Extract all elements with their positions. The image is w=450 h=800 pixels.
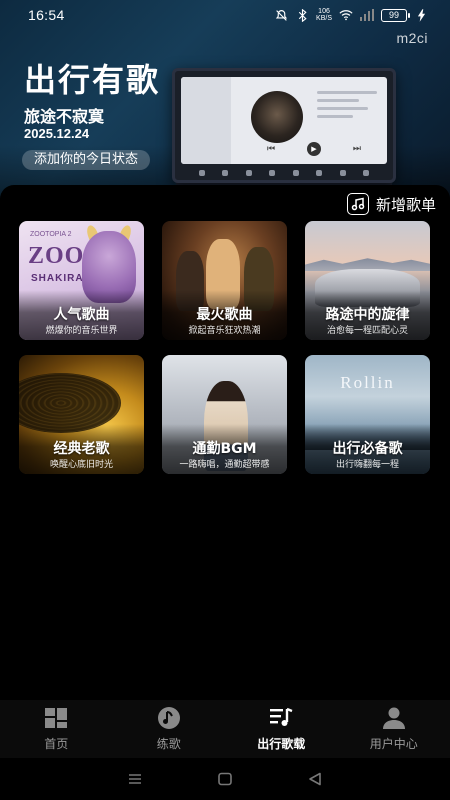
play-icon: ▶ [306, 142, 321, 156]
playlist-desc: 唤醒心底旧时光 [49, 460, 113, 470]
album-cover-image [251, 91, 303, 143]
system-navigation-bar [0, 758, 450, 800]
playlist-card-commute-bgm[interactable]: 通勤BGM 一路嗨唱，通勤超带感 [162, 355, 287, 474]
music-note-icon [346, 193, 369, 215]
playlist-desc: 一路嗨唱，通勤超带感 [179, 460, 270, 470]
back-icon[interactable] [306, 770, 324, 788]
nav-item-practice[interactable]: 练歌 [113, 700, 226, 758]
previous-icon: ⏮ [266, 144, 276, 154]
nav-item-travel-songs[interactable]: 出行歌载 [225, 700, 338, 758]
playlist-desc: 掀起音乐狂欢热潮 [188, 326, 261, 336]
playlist-name: 路途中的旋律 [325, 307, 410, 323]
brand-logo: m2ci [396, 30, 428, 46]
playlist-card-road-melody[interactable]: 路途中的旋律 治愈每一程匹配心灵 [305, 221, 430, 340]
practice-music-icon [157, 707, 180, 729]
battery-indicator: 99 [381, 8, 410, 22]
playlist-desc: 出行嗨翻每一程 [335, 460, 399, 470]
cover-logo-text: ZOO [28, 243, 85, 269]
hero-subtitle: 旅途不寂寞 [24, 107, 105, 126]
add-status-button[interactable]: 添加你的今日状态 [22, 150, 151, 170]
playlist-section: 新增歌单 ZOOTOPIA 2 ZOO SHAKIRA 人气歌曲 燃爆你的音乐世… [0, 185, 450, 700]
playlist-icon [270, 707, 293, 726]
net-speed: 106 KB/S [316, 8, 332, 22]
home-grid-icon [45, 708, 68, 728]
nav-label: 首页 [44, 737, 69, 751]
user-icon [382, 707, 405, 729]
wifi-icon [339, 8, 353, 22]
playlist-card-popular[interactable]: ZOOTOPIA 2 ZOO SHAKIRA 人气歌曲 燃爆你的音乐世界 [19, 221, 144, 340]
status-bar: 16:54 106 KB/S 99 [0, 0, 450, 30]
playlist-desc: 治愈每一程匹配心灵 [326, 326, 408, 336]
nav-item-home[interactable]: 首页 [0, 700, 113, 758]
playlist-grid: ZOOTOPIA 2 ZOO SHAKIRA 人气歌曲 燃爆你的音乐世界 最火歌… [19, 221, 431, 474]
bluetooth-icon [295, 8, 309, 22]
playlist-card-classics[interactable]: 经典老歌 唤醒心底旧时光 [19, 355, 144, 474]
nav-label: 用户中心 [369, 737, 418, 751]
playlist-name: 经典老歌 [53, 441, 110, 457]
car-screen-illustration: ⏮ ▶ ⏭ [172, 68, 396, 183]
net-speed-value: 106 [318, 8, 330, 15]
next-icon: ⏭ [352, 144, 362, 154]
playlist-name: 人气歌曲 [53, 307, 110, 323]
charging-icon [414, 8, 428, 22]
playlist-card-hottest[interactable]: 最火歌曲 掀起音乐狂欢热潮 [162, 221, 287, 340]
net-speed-unit: KB/S [316, 15, 332, 22]
cover-artist-text: SHAKIRA [31, 273, 84, 284]
playlist-card-travel-essentials[interactable]: Rollin 出行必备歌 出行嗨翻每一程 [305, 355, 430, 474]
playlist-name: 出行必备歌 [332, 441, 403, 457]
nav-label: 练歌 [156, 737, 181, 751]
cover-small-text: ZOOTOPIA 2 [30, 231, 72, 238]
signal-icon [360, 8, 374, 22]
playlist-desc: 燃爆你的音乐世界 [45, 326, 118, 336]
page-title: 出行有歌 [24, 61, 161, 99]
status-icons: 106 KB/S 99 [274, 8, 428, 22]
new-playlist-label: 新增歌单 [375, 195, 436, 214]
nav-item-user-center[interactable]: 用户中心 [338, 700, 450, 758]
home-button-icon[interactable] [216, 770, 234, 788]
playlist-name: 最火歌曲 [196, 307, 253, 323]
cover-logo-text: Rollin [340, 373, 395, 392]
status-time: 16:54 [28, 7, 65, 23]
hero-banner: 16:54 106 KB/S 99 m2ci 出行有歌 旅途不寂寞 2025.1… [0, 0, 450, 205]
bottom-navigation: 首页 练歌 出行歌载 用户中心 [0, 700, 450, 758]
menu-icon[interactable] [126, 770, 144, 788]
playlist-name: 通勤BGM [192, 441, 257, 457]
hero-date: 2025.12.24 [24, 126, 90, 141]
nav-label: 出行歌载 [257, 737, 306, 751]
mute-icon [274, 8, 288, 22]
new-playlist-button[interactable]: 新增歌单 [346, 193, 436, 215]
